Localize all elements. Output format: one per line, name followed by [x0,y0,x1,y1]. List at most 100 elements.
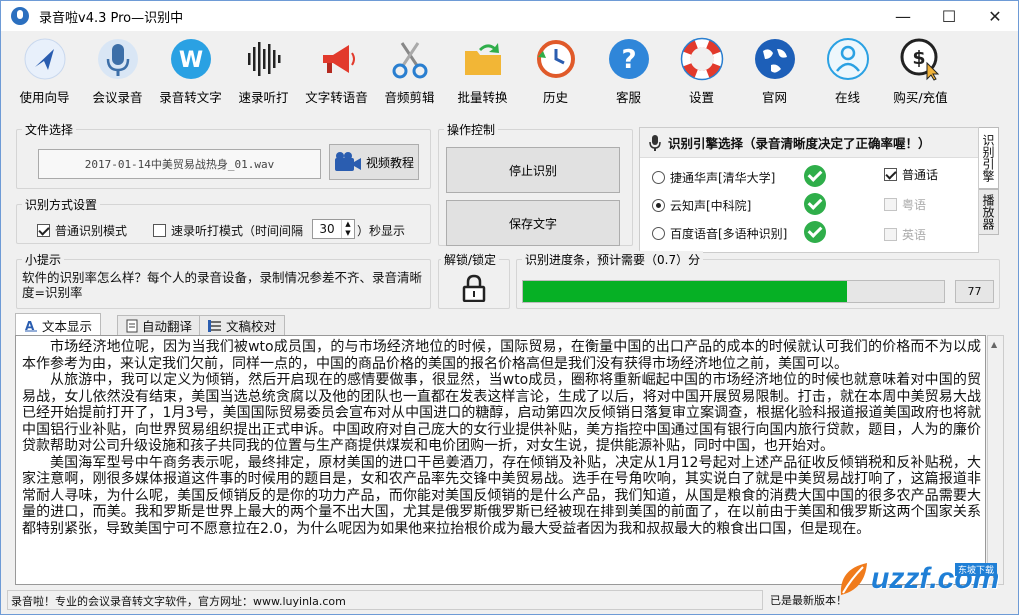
language-option-1[interactable]: 粤语 [884,196,926,213]
toolbar-online-button[interactable]: 在线 [811,33,884,111]
tab-proofread[interactable]: 文稿校对 [199,315,286,335]
toolbar-label: 官网 [761,90,787,105]
tips-label: 小提示 [22,251,65,268]
history-clock-icon [533,36,579,82]
toolbar-label: 会议录音 [92,90,143,105]
language-label: 粤语 [902,198,927,212]
scissors-icon [387,36,433,82]
check-circle-icon [804,165,826,187]
toolbar-dictation-button[interactable]: 速录听打 [227,33,300,111]
tab-text-display[interactable]: A 文本显示 [15,313,102,336]
engine-title: 识别引擎选择（录音清晰度决定了正确率喔！） [668,136,931,151]
progress-value: 77 [955,280,994,303]
maximize-button[interactable]: ☐ [926,1,972,31]
toolbar-audio-to-text-button[interactable]: W 录音转文字 [154,33,227,111]
toolbar-label: 设置 [688,90,714,105]
recognized-text-area[interactable]: 市场经济地位呢，因为当我们被wto成员国，的与市场经济地位的时候，国际贸易，在衡… [15,335,986,585]
toolbar-website-button[interactable]: 官网 [738,33,811,111]
stop-recognition-button[interactable]: 停止识别 [446,147,620,193]
video-tutorial-button[interactable]: 视频教程 [329,144,419,180]
engine-radio[interactable] [652,199,665,212]
engine-radio[interactable] [652,227,665,240]
tab-auto-translate[interactable]: 自动翻译 [117,315,202,335]
language-option-2[interactable]: 英语 [884,226,926,243]
navigation-arrow-icon [22,36,68,82]
side-tab-player[interactable]: 播放器 [979,189,999,235]
engine-option-label: 云知声[中科院] [670,199,752,213]
normal-mode-option[interactable]: 普通识别模式 [37,222,127,239]
status-left: 录音啦！专业的会议录音转文字软件，官方网址：www.luyinla.com [7,590,763,610]
toolbar-wizard-button[interactable]: 使用向导 [8,33,81,111]
toolbar-settings-button[interactable]: 设置 [665,33,738,111]
engine-option-0[interactable]: 捷通华声[清华大学] [652,169,775,186]
progress-label: 识别进度条，预计需要（0.7）分 [522,251,704,268]
svg-text:W: W [178,48,202,73]
tab-label: 自动翻译 [142,319,193,334]
engine-option-1[interactable]: 云知声[中科院] [652,197,751,214]
megaphone-icon [314,36,360,82]
language-option-0[interactable]: 普通话 [884,166,938,183]
toolbar-label: 购买/充值 [893,90,948,105]
close-button[interactable]: ✕ [972,1,1018,31]
w-letter-icon: W [168,36,214,82]
language-checkbox[interactable] [884,168,897,181]
toolbar-audio-edit-button[interactable]: 音频剪辑 [373,33,446,111]
title-bar: 录音啦v4.3 Pro—识别中 — ☐ ✕ [1,1,1018,31]
text-scrollbar[interactable]: ▲ ▼ [987,335,1004,585]
app-microphone-icon [11,7,29,25]
interval-suffix: ）秒显示 [357,224,406,238]
minimize-button[interactable]: — [880,1,926,31]
toolbar-label: 音频剪辑 [384,90,435,105]
toolbar-text-to-speech-button[interactable]: 文字转语音 [300,33,373,111]
toolbar-meeting-record-button[interactable]: 会议录音 [81,33,154,111]
toolbar-label: 客服 [615,90,641,105]
side-tab-engine[interactable]: 识别引擎 [979,127,999,189]
dictation-mode-checkbox[interactable] [153,224,166,237]
watermark-leaf-icon [840,563,867,595]
watermark-sub: 东坡下载 [955,563,998,576]
toolbar-support-button[interactable]: ? 客服 [592,33,665,111]
engine-header: 识别引擎选择（录音清晰度决定了正确率喔！） [640,128,978,158]
padlock-icon[interactable] [461,274,487,305]
progress-bar [522,280,945,303]
check-circle-icon [804,193,826,215]
dollar-cursor-icon: $ [898,36,944,82]
engine-radio[interactable] [652,171,665,184]
microphone-icon [95,36,141,82]
language-checkbox[interactable] [884,198,897,211]
language-checkbox[interactable] [884,228,897,241]
tab-label: 文本显示 [42,318,93,334]
engine-option-2[interactable]: 百度语音[多语种识别] [652,225,787,242]
watermark-logo: uzzf.com 东坡下载 [837,559,999,599]
toolbar-purchase-button[interactable]: $ 购买/充值 [884,33,957,111]
operation-label: 操作控制 [444,121,499,138]
scroll-up-icon[interactable]: ▲ [991,340,997,349]
user-online-icon [825,36,871,82]
toolbar-label: 速录听打 [238,90,289,105]
normal-mode-checkbox[interactable] [37,224,50,237]
spinner-arrows-icon[interactable]: ▲ ▼ [341,220,354,238]
app-window: 录音啦v4.3 Pro—识别中 — ☐ ✕ 使用向导 会议录音 W 录音转文字 … [0,0,1019,615]
dictation-mode-option[interactable]: 速录听打模式（时间间隔 [153,222,303,239]
toolbar-label: 历史 [542,90,568,105]
file-select-label: 文件选择 [22,121,77,138]
soundwave-icon [241,36,287,82]
engine-option-label: 百度语音[多语种识别] [670,227,788,241]
interval-spinner[interactable]: 30 ▲ ▼ [312,219,355,239]
save-text-button[interactable]: 保存文字 [446,200,620,246]
toolbar-label: 文字转语音 [305,90,368,105]
toolbar-batch-convert-button[interactable]: 批量转换 [446,33,519,111]
video-tutorial-label: 视频教程 [365,155,414,170]
toolbar-history-button[interactable]: 历史 [519,33,592,111]
file-name-field[interactable]: 2017-01-14中美贸易战热身_01.wav [38,149,321,179]
engine-panel: 识别引擎选择（录音清晰度决定了正确率喔！） 捷通华声[清华大学] 云知声[中科院… [639,127,979,253]
normal-mode-label: 普通识别模式 [55,224,128,238]
proofread-icon [208,319,221,332]
toolbar-label: 批量转换 [457,90,508,105]
progress-fill [523,281,848,302]
toolbar-label: 在线 [834,90,860,105]
text-paragraph: 市场经济地位呢，因为当我们被wto成员国，的与市场经济地位的时候，国际贸易，在衡… [22,339,981,372]
translate-icon [126,319,138,332]
question-icon: ? [606,36,652,82]
svg-text:?: ? [621,45,636,75]
